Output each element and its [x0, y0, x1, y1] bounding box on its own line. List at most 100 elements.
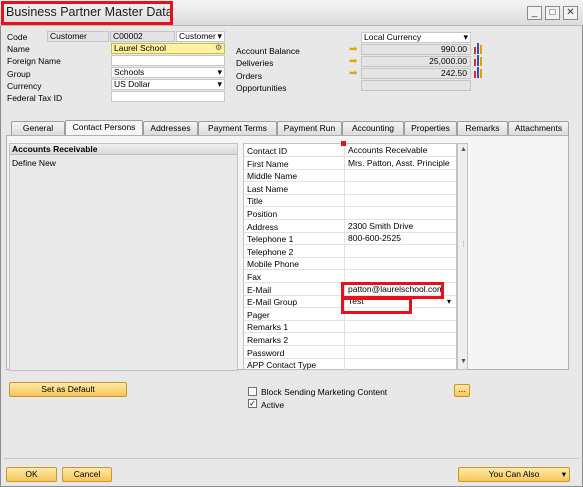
- account-balance-label: Account Balance: [236, 46, 300, 56]
- contact-field-row: Password: [244, 345, 456, 359]
- contact-field-value[interactable]: Accounts Receivable: [344, 144, 456, 156]
- foreign-name-label: Foreign Name: [7, 56, 61, 66]
- currency-mode-dropdown[interactable]: Local Currency: [361, 32, 471, 43]
- federal-tax-label: Federal Tax ID: [7, 93, 63, 103]
- contact-field-row: Last Name: [244, 181, 456, 195]
- active-checkbox[interactable]: ✓: [248, 399, 257, 408]
- title-highlight-box: [1, 1, 173, 25]
- contact-field-label: Middle Name: [247, 171, 298, 182]
- contact-field-label: Contact ID: [247, 146, 288, 156]
- contact-field-row: Telephone 2: [244, 244, 456, 258]
- contact-field-row: Contact ID Accounts Receivable: [244, 144, 456, 157]
- contact-field-row: Remarks 2: [244, 333, 456, 346]
- contact-field-row: Title: [244, 194, 456, 208]
- chart-icon[interactable]: [474, 55, 482, 66]
- contact-list-header[interactable]: Accounts Receivable: [10, 144, 237, 155]
- opportunities-field: [361, 80, 471, 91]
- tab-contact-persons[interactable]: Contact Persons: [65, 120, 143, 135]
- chart-icon[interactable]: [474, 67, 482, 78]
- deliveries-field: 25,000.00: [361, 56, 471, 67]
- contact-details-grid: Contact ID Accounts Receivable First Name M…: [243, 143, 457, 372]
- opportunities-label: Opportunities: [236, 83, 287, 93]
- contact-field-value[interactable]: [344, 169, 456, 182]
- tab-payment-run[interactable]: Payment Run: [277, 121, 342, 135]
- contact-field-label: Last Name: [247, 183, 289, 194]
- tab-attachments[interactable]: Attachments: [508, 121, 569, 135]
- currency-label: Currency: [7, 81, 42, 91]
- contact-field-value[interactable]: [344, 333, 456, 345]
- contact-field-label: Fax: [247, 272, 262, 282]
- active-label: Active: [261, 400, 285, 410]
- contact-field-label: E-Mail Group: [247, 297, 298, 308]
- code-label: Code: [7, 32, 28, 42]
- contact-field-label: Remarks 1: [247, 322, 289, 333]
- contact-field-label: Pager: [247, 309, 270, 320]
- contact-field-label: Remarks 2: [247, 335, 289, 345]
- tab-remarks[interactable]: Remarks: [457, 121, 508, 135]
- code-field[interactable]: C00002: [110, 31, 175, 42]
- contact-field-value[interactable]: [344, 181, 456, 194]
- contact-field-row: Mobile Phone: [244, 257, 456, 271]
- contact-field-row: First Name Mrs. Patton, Asst. Principle: [244, 156, 456, 170]
- currency-dropdown[interactable]: US Dollar: [111, 79, 225, 90]
- maximize-button[interactable]: □: [545, 6, 560, 20]
- tab-general[interactable]: General: [11, 121, 65, 135]
- contact-field-value[interactable]: [344, 257, 456, 270]
- cancel-button[interactable]: Cancel: [62, 467, 112, 482]
- foreign-name-field[interactable]: [111, 55, 225, 66]
- tab-properties[interactable]: Properties: [404, 121, 457, 135]
- account-balance-field: 990.00: [361, 44, 471, 55]
- contact-field-value[interactable]: 2300 Smith Drive: [344, 219, 456, 232]
- tab-addresses[interactable]: Addresses: [143, 121, 198, 135]
- you-can-also-button[interactable]: You Can Also ▾: [458, 467, 570, 482]
- federal-tax-field[interactable]: [111, 91, 225, 102]
- contact-field-value[interactable]: [344, 270, 456, 282]
- contact-field-row: Telephone 1 800-600-2525: [244, 232, 456, 246]
- required-marker: [341, 141, 346, 146]
- chevron-down-icon[interactable]: ▾: [447, 297, 451, 306]
- contact-list-item[interactable]: Define New: [12, 158, 56, 168]
- contact-field-value[interactable]: [344, 207, 456, 219]
- contact-field-value[interactable]: [344, 345, 456, 358]
- contact-field-value[interactable]: [344, 244, 456, 257]
- orders-field: 242.50: [361, 68, 471, 79]
- bp-type-dropdown[interactable]: Customer: [176, 31, 225, 42]
- group-label: Group: [7, 69, 31, 79]
- contact-field-value[interactable]: [344, 358, 456, 371]
- footer-divider: [4, 458, 579, 459]
- contact-field-label: Telephone 2: [247, 246, 294, 257]
- tab-accounting[interactable]: Accounting: [342, 121, 404, 135]
- block-marketing-checkbox[interactable]: [248, 387, 257, 396]
- ok-button[interactable]: OK: [6, 467, 57, 482]
- you-can-also-label: You Can Also: [488, 469, 540, 479]
- code-series-field[interactable]: Customer: [47, 31, 109, 42]
- chart-icon[interactable]: [474, 43, 482, 54]
- block-marketing-label: Block Sending Marketing Content: [261, 387, 388, 397]
- minimize-button[interactable]: _: [527, 6, 542, 20]
- contact-person-list: Accounts Receivable Define New: [9, 143, 238, 371]
- link-arrow-icon[interactable]: ➡: [349, 69, 359, 79]
- contact-field-label: Title: [247, 196, 263, 207]
- group-dropdown[interactable]: Schools: [111, 67, 225, 78]
- set-as-default-button[interactable]: Set as Default: [9, 382, 127, 397]
- translate-icon[interactable]: ⚙: [215, 43, 222, 52]
- contact-field-label: Position: [247, 209, 278, 219]
- contact-field-label: E-Mail: [247, 284, 272, 295]
- contact-field-value[interactable]: [344, 320, 456, 333]
- name-field[interactable]: Laurel School: [111, 43, 225, 54]
- scroll-up-icon[interactable]: ▲: [460, 146, 467, 153]
- more-options-button[interactable]: ...: [454, 384, 470, 397]
- vertical-scrollbar[interactable]: ▲ ⋮ ▼: [457, 143, 468, 370]
- link-arrow-icon[interactable]: ➡: [349, 57, 359, 67]
- contact-field-row: Remarks 1: [244, 320, 456, 334]
- contact-field-row: Middle Name: [244, 169, 456, 183]
- tab-payment-terms[interactable]: Payment Terms: [198, 121, 277, 135]
- close-button[interactable]: ✕: [563, 6, 578, 20]
- contact-field-value[interactable]: [344, 194, 456, 207]
- scroll-grip-icon[interactable]: ⋮: [460, 240, 467, 248]
- contact-field-value[interactable]: 800-600-2525: [344, 232, 456, 245]
- scroll-down-icon[interactable]: ▼: [460, 358, 467, 365]
- link-arrow-icon[interactable]: ➡: [349, 45, 359, 55]
- chevron-down-icon: ▾: [561, 469, 566, 479]
- contact-field-value[interactable]: Mrs. Patton, Asst. Principle: [344, 156, 456, 169]
